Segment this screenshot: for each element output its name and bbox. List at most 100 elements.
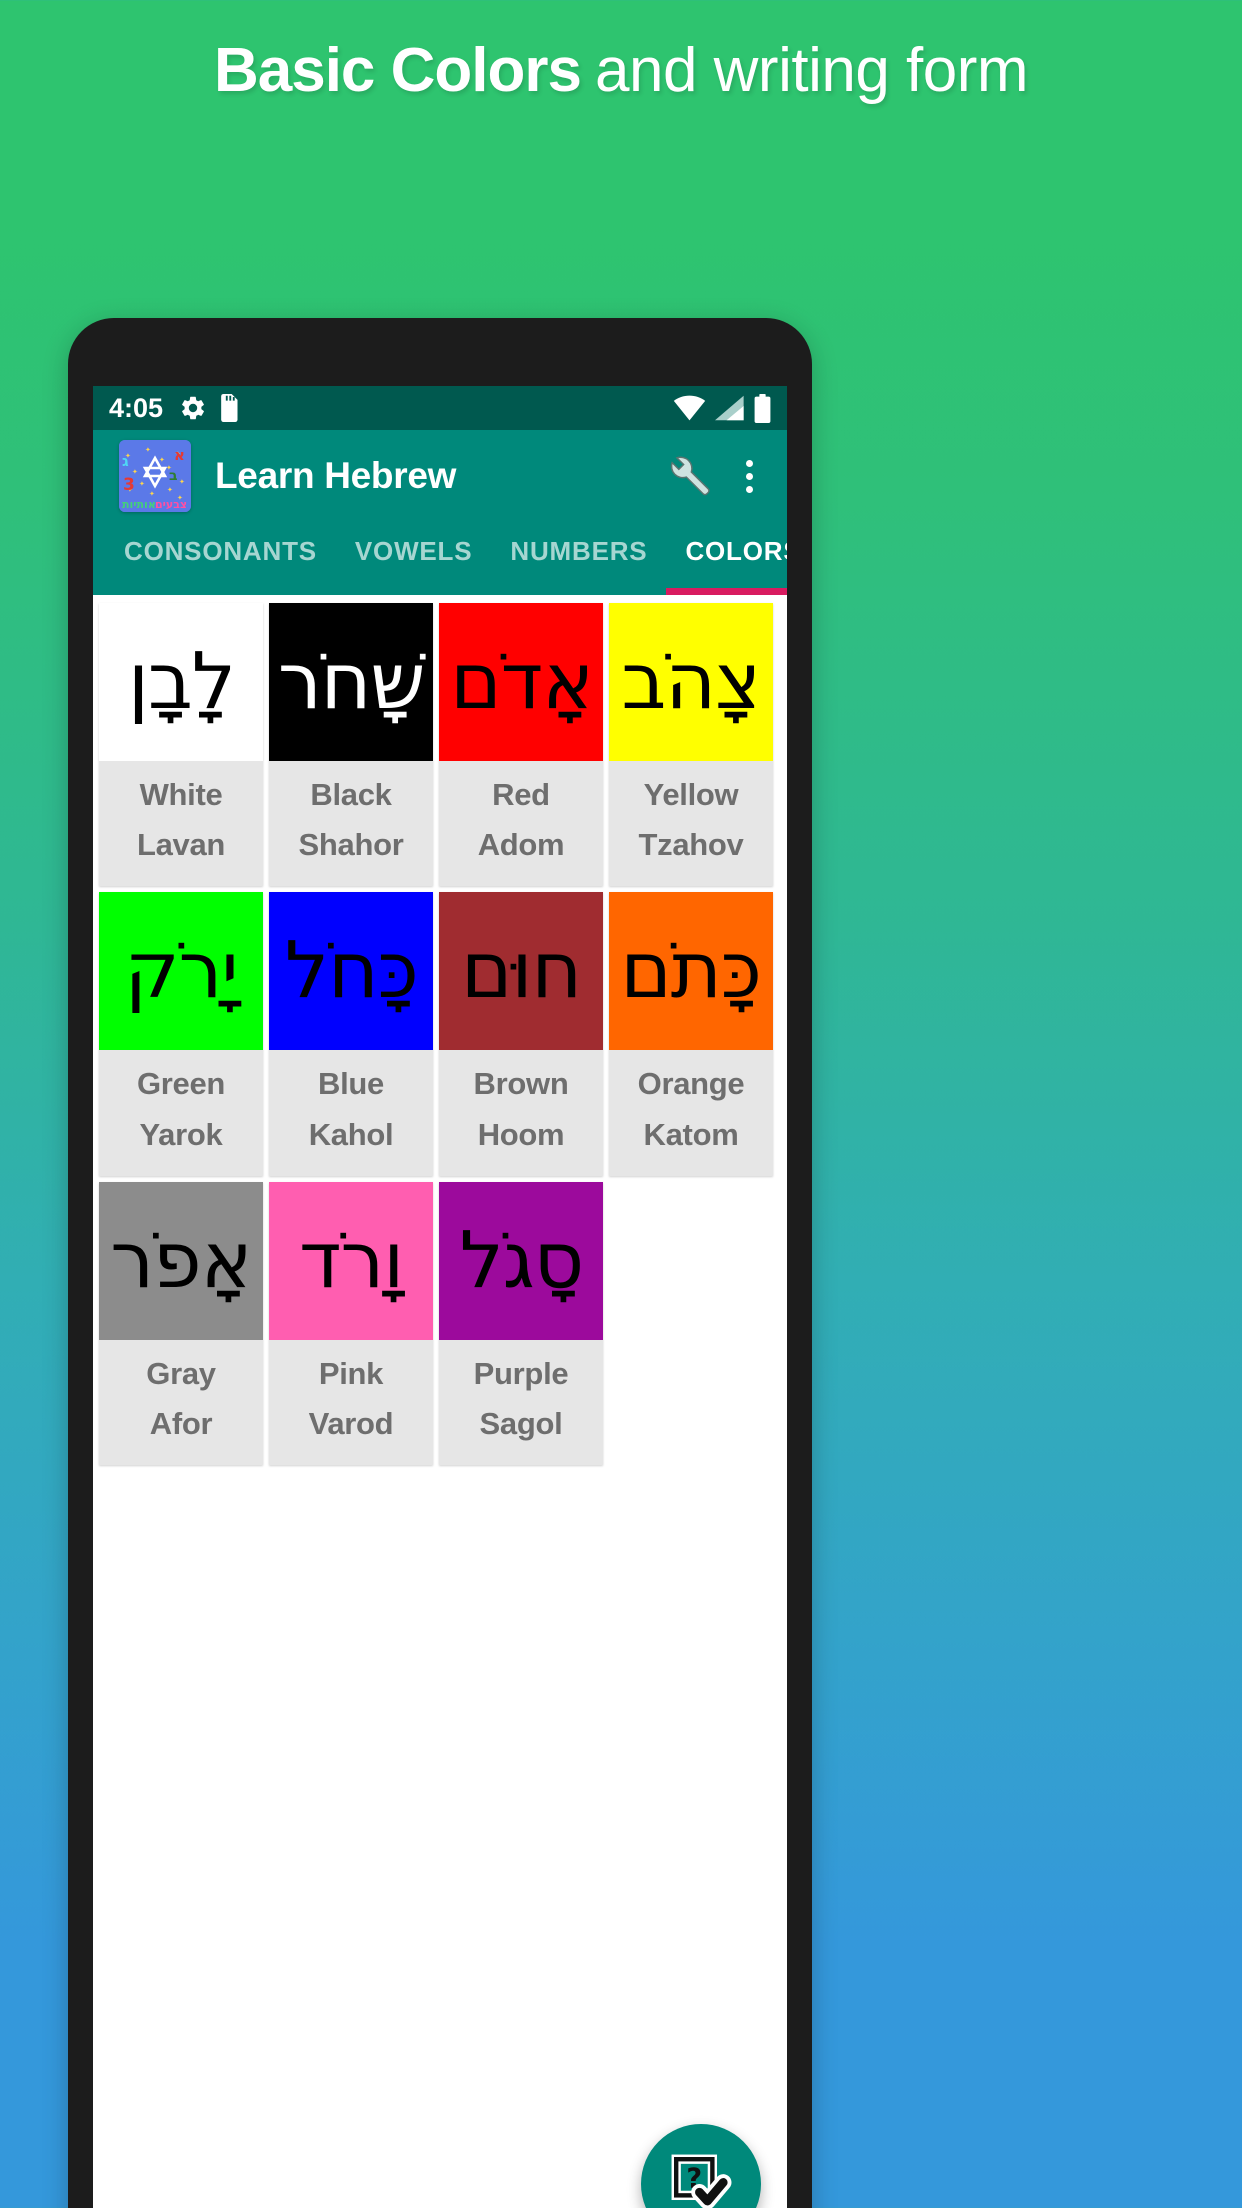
svg-text:אותיות: אותיות [122, 498, 156, 511]
svg-text:✦: ✦ [149, 490, 155, 498]
color-labels: Purple Sagol [439, 1340, 603, 1465]
color-swatch: אָפֹר [99, 1181, 263, 1340]
color-card[interactable]: כָּחֹל Blue Kahol [269, 892, 433, 1176]
status-right-icons [673, 393, 771, 423]
color-card[interactable]: יָרֹק Green Yarok [99, 892, 263, 1176]
color-transliteration-label: Yarok [139, 1116, 223, 1152]
tab-vowels[interactable]: VOWELS [336, 522, 491, 595]
color-labels: Gray Afor [99, 1340, 263, 1465]
promo-title-strong: Basic Colors [213, 35, 582, 105]
color-card[interactable]: לָבָן White Lavan [99, 603, 263, 887]
color-english-label: Brown [473, 1066, 569, 1102]
color-transliteration-label: Varod [308, 1406, 394, 1442]
color-card[interactable]: חוּם Brown Hoom [439, 892, 603, 1176]
color-english-label: Black [310, 777, 392, 812]
color-swatch: כָּתֹם [609, 892, 773, 1051]
color-card[interactable]: סָגֹל Purple Sagol [439, 1181, 603, 1466]
svg-text:צבעים: צבעים [155, 498, 187, 511]
status-bar: 4:05 [93, 386, 787, 430]
tab-numbers[interactable]: NUMBERS [491, 522, 666, 595]
color-transliteration-label: Adom [477, 827, 565, 863]
promo-title-light: and writing form [594, 35, 1029, 105]
svg-text:3: 3 [123, 475, 135, 495]
hebrew-word: וָרֹד [298, 1214, 404, 1306]
color-card[interactable]: אָדֹם Red Adom [439, 603, 603, 887]
hebrew-word: כָּחֹל [284, 925, 419, 1017]
svg-text:ב: ב [169, 468, 178, 484]
sd-card-icon [221, 394, 238, 422]
app-bar-actions [661, 449, 769, 503]
color-transliteration-label: Lavan [136, 827, 226, 863]
hebrew-word: אָפֹר [110, 1214, 252, 1306]
battery-icon [754, 393, 771, 423]
hebrew-word: חוּם [460, 925, 582, 1017]
color-transliteration-label: Tzahov [638, 827, 744, 863]
color-english-label: White [139, 777, 223, 812]
color-grid: לָבָן White Lavan שָׁחֹר Black Shahor אָדֹם Red… [93, 595, 787, 2208]
color-swatch: יָרֹק [99, 892, 263, 1051]
svg-text:✦: ✦ [145, 446, 151, 454]
color-english-label: Orange [637, 1066, 745, 1102]
hebrew-word: שָׁחֹר [277, 635, 426, 727]
color-labels: Pink Varod [269, 1340, 433, 1465]
color-card[interactable]: צָהֹב Yellow Tzahov [609, 603, 773, 887]
color-labels: Black Shahor [269, 761, 433, 886]
color-english-label: Red [492, 777, 550, 812]
color-card[interactable]: כָּתֹם Orange Katom [609, 892, 773, 1176]
phone-screen: 4:05 ✦ ✦ ✦ ✦ ✦ ✦ ✦ ✦ ✦ ✦ ✦ ✦ ג א ב 3 אות… [93, 386, 787, 2208]
color-english-label: Yellow [643, 777, 739, 812]
tab-bar: CONSONANTS VOWELS NUMBERS COLORS [93, 522, 787, 595]
color-english-label: Green [136, 1066, 226, 1102]
color-transliteration-label: Sagol [479, 1406, 563, 1442]
color-swatch: כָּחֹל [269, 892, 433, 1051]
status-time: 4:05 [109, 392, 164, 423]
color-card[interactable]: שָׁחֹר Black Shahor [269, 603, 433, 887]
hebrew-word: סָגֹל [459, 1214, 584, 1306]
color-labels: Brown Hoom [439, 1050, 603, 1175]
color-swatch: חוּם [439, 892, 603, 1051]
quiz-icon: ? [671, 2154, 732, 2208]
hebrew-word: לָבָן [127, 635, 236, 727]
color-labels: Red Adom [439, 761, 603, 886]
color-transliteration-label: Hoom [477, 1116, 565, 1152]
color-transliteration-label: Katom [643, 1116, 739, 1152]
overflow-dot [745, 459, 753, 467]
promo-headline: Basic Colors and writing form [0, 0, 1242, 140]
tab-colors[interactable]: COLORS [666, 522, 787, 595]
app-title: Learn Hebrew [215, 455, 457, 496]
color-swatch: וָרֹד [269, 1181, 433, 1340]
status-left-icons [179, 394, 241, 422]
hebrew-word: יָרֹק [124, 925, 238, 1017]
color-english-label: Purple [473, 1355, 569, 1391]
overflow-dot [745, 472, 753, 480]
color-swatch: אָדֹם [439, 603, 603, 761]
color-english-label: Gray [146, 1355, 216, 1391]
overflow-dot [745, 485, 753, 493]
color-labels: Green Yarok [99, 1050, 263, 1175]
wifi-icon [673, 395, 706, 421]
color-transliteration-label: Kahol [308, 1116, 394, 1152]
color-labels: Orange Katom [609, 1050, 773, 1175]
app-bar: ✦ ✦ ✦ ✦ ✦ ✦ ✦ ✦ ✦ ✦ ✦ ✦ ג א ב 3 אותיות צבעים [93, 430, 787, 522]
color-labels: Yellow Tzahov [609, 761, 773, 886]
svg-text:✦: ✦ [159, 456, 165, 464]
hebrew-word: אָדֹם [449, 635, 594, 727]
svg-text:✦: ✦ [139, 480, 145, 488]
color-swatch: שָׁחֹר [269, 603, 433, 761]
svg-text:ג: ג [122, 452, 129, 470]
color-card[interactable]: אָפֹר Gray Afor [99, 1181, 263, 1466]
color-swatch: סָגֹל [439, 1181, 603, 1340]
learn-hebrew-app-icon: ✦ ✦ ✦ ✦ ✦ ✦ ✦ ✦ ✦ ✦ ✦ ✦ ג א ב 3 אותיות צבעים [119, 440, 191, 512]
overflow-menu-icon[interactable] [729, 449, 769, 503]
color-english-label: Blue [318, 1066, 384, 1102]
color-transliteration-label: Afor [149, 1406, 213, 1442]
svg-text:✦: ✦ [179, 478, 185, 486]
tab-consonants[interactable]: CONSONANTS [105, 522, 336, 595]
color-labels: Blue Kahol [269, 1050, 433, 1175]
color-labels: White Lavan [99, 761, 263, 886]
phone-frame: 4:05 ✦ ✦ ✦ ✦ ✦ ✦ ✦ ✦ ✦ ✦ ✦ ✦ ג א ב 3 אות… [68, 318, 812, 2208]
wrench-icon[interactable] [661, 449, 715, 503]
color-card[interactable]: וָרֹד Pink Varod [269, 1181, 433, 1466]
color-swatch: צָהֹב [609, 603, 773, 761]
svg-text:✦: ✦ [167, 486, 173, 494]
